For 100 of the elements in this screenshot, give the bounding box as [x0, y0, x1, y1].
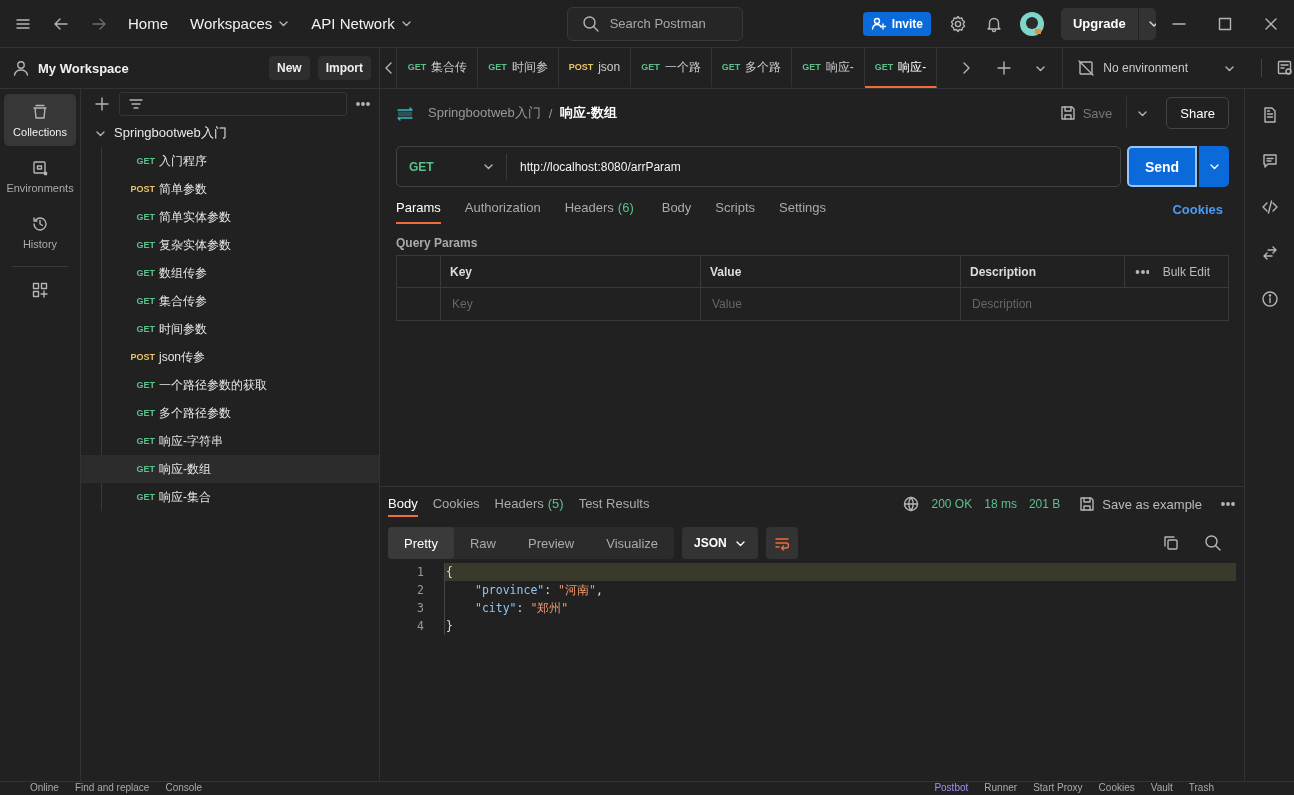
breadcrumb-link[interactable]: Springbootweb入门 [428, 104, 541, 122]
code-line: "city": "郑州" [444, 599, 1236, 617]
table-input-field[interactable]: Description [970, 296, 1174, 312]
invite-button[interactable]: Invite [862, 11, 931, 36]
more-icon[interactable] [355, 99, 371, 109]
bucket-icon [31, 102, 49, 121]
add-grid-icon[interactable] [31, 281, 49, 299]
request-item[interactable]: GET 简单实体参数 [81, 203, 379, 231]
status-bar-item[interactable]: Find and replace [74, 782, 150, 794]
response-tab[interactable]: Test Results [578, 491, 650, 517]
nav-link[interactable]: API Network [311, 15, 412, 32]
url-field[interactable]: GET http://localhost:8080/arrParam [396, 146, 1121, 187]
request-item[interactable]: GET 入门程序 [81, 147, 379, 175]
request-tab[interactable]: GET 多个路 [711, 48, 793, 88]
column-header: Description [970, 264, 1036, 279]
response-tab[interactable]: Headers (5) [494, 491, 564, 517]
request-tab[interactable]: GET 响应- [792, 48, 865, 88]
url-input[interactable]: http://localhost:8080/arrParam [507, 158, 1120, 175]
request-item[interactable]: GET 时间参数 [81, 315, 379, 343]
request-tab[interactable]: GET 响应- [864, 48, 938, 88]
send-button[interactable]: Send [1127, 146, 1197, 187]
request-item[interactable]: GET 复杂实体参数 [81, 231, 379, 259]
view-tab[interactable]: Visualize [590, 527, 675, 559]
request-tab[interactable]: GET 时间参 [478, 48, 559, 88]
method-dropdown[interactable]: GET [397, 153, 507, 180]
environment-icon [31, 158, 49, 177]
environment-view-icon[interactable] [1276, 59, 1294, 77]
comment-icon[interactable] [1260, 152, 1279, 170]
status-bar-item[interactable]: Runner [984, 782, 1018, 794]
response-tab[interactable]: Body [388, 491, 418, 517]
search-icon [581, 14, 600, 33]
status-bar-item[interactable]: Trash [1188, 782, 1214, 794]
request-item[interactable]: GET 集合传参 [81, 287, 379, 315]
request-section-tab[interactable]: Headers (6) [564, 194, 634, 224]
request-section-tab[interactable]: Body [661, 194, 692, 224]
code-icon[interactable] [1260, 198, 1279, 216]
line-number: 3 [416, 601, 425, 615]
format-dropdown[interactable]: JSON [682, 527, 759, 559]
request-tab[interactable]: GET 集合传 [397, 48, 479, 88]
history-icon [31, 214, 49, 233]
add-user-icon [870, 16, 887, 31]
search-field[interactable]: Search Postman [566, 6, 743, 41]
response-size: 201 B [1028, 497, 1061, 511]
add-icon[interactable] [93, 95, 111, 113]
request-section-tab[interactable]: Params [396, 194, 441, 224]
save-button[interactable]: Save [1052, 103, 1119, 123]
status-bar-item[interactable]: Vault [1150, 782, 1173, 794]
sidebar-tab[interactable]: Environments [4, 150, 76, 202]
request-item[interactable]: GET 多个路径参数 [81, 399, 379, 427]
more-icon[interactable] [1220, 499, 1236, 509]
search-input[interactable]: Search Postman [607, 15, 742, 32]
request-item[interactable]: GET 响应-数组 [81, 455, 379, 483]
save-example-button[interactable]: Save as example [1072, 494, 1208, 514]
filter-field[interactable] [119, 92, 347, 116]
request-section-tab[interactable]: Authorization [464, 194, 541, 224]
add-icon[interactable] [995, 59, 1014, 77]
workspace-title: My Workspace [38, 60, 130, 76]
status-bar-item[interactable]: Online [30, 782, 59, 794]
status-bar-item[interactable]: Start Proxy [1033, 782, 1083, 794]
request-item[interactable]: GET 响应-集合 [81, 483, 379, 511]
status-bar-item[interactable]: Postbot [934, 782, 969, 794]
line-number: 1 [416, 565, 425, 579]
request-section-tab[interactable]: Settings [779, 194, 827, 224]
nav-link[interactable]: Home [128, 15, 168, 32]
request-section-tab[interactable]: Scripts [715, 194, 756, 224]
table-input-field[interactable]: Value [710, 296, 914, 312]
wrap-lines-button[interactable] [766, 527, 799, 559]
nav-link[interactable]: Workspaces [190, 15, 290, 32]
view-tab[interactable]: Pretty [388, 527, 454, 559]
info-icon[interactable] [1260, 290, 1279, 308]
view-tab[interactable]: Preview [512, 527, 591, 559]
toolbar-button[interactable]: New [268, 56, 310, 80]
status-bar-item[interactable]: Cookies [1098, 782, 1135, 794]
bulk-edit-button[interactable]: Bulk Edit [1156, 263, 1216, 280]
environment-selector[interactable]: No environment [1063, 48, 1249, 88]
request-item[interactable]: GET 数组传参 [81, 259, 379, 287]
sidebar-tab[interactable]: History [4, 206, 76, 258]
sync-icon[interactable] [1260, 244, 1279, 262]
status-code: 200 OK [931, 497, 973, 511]
request-item[interactable]: GET 一个路径参数的获取 [81, 371, 379, 399]
toolbar-button[interactable]: Import [317, 56, 371, 80]
request-item[interactable]: POST 简单参数 [81, 175, 379, 203]
share-button[interactable]: Share [1166, 97, 1229, 129]
cookies-link[interactable]: Cookies [1166, 200, 1229, 218]
status-bar-item[interactable]: Console [165, 782, 203, 794]
request-tab[interactable]: GET 一个路 [631, 48, 712, 88]
search-icon[interactable] [1204, 534, 1222, 552]
line-number: 4 [416, 619, 425, 633]
view-tab[interactable]: Raw [453, 527, 512, 559]
avatar-icon[interactable] [1019, 10, 1045, 37]
collection-name[interactable]: Springbootweb入门 [114, 124, 227, 142]
settings-icon[interactable] [949, 14, 967, 33]
request-item[interactable]: POST json传参 [81, 343, 379, 371]
copy-icon[interactable] [1162, 534, 1180, 552]
response-tab[interactable]: Cookies [432, 491, 480, 517]
line-number: 2 [416, 583, 425, 597]
request-tab[interactable]: POST json [558, 48, 632, 88]
sidebar-tab[interactable]: Collections [4, 94, 76, 146]
request-item[interactable]: GET 响应-字符串 [81, 427, 379, 455]
table-input-field[interactable]: Key [450, 296, 654, 312]
